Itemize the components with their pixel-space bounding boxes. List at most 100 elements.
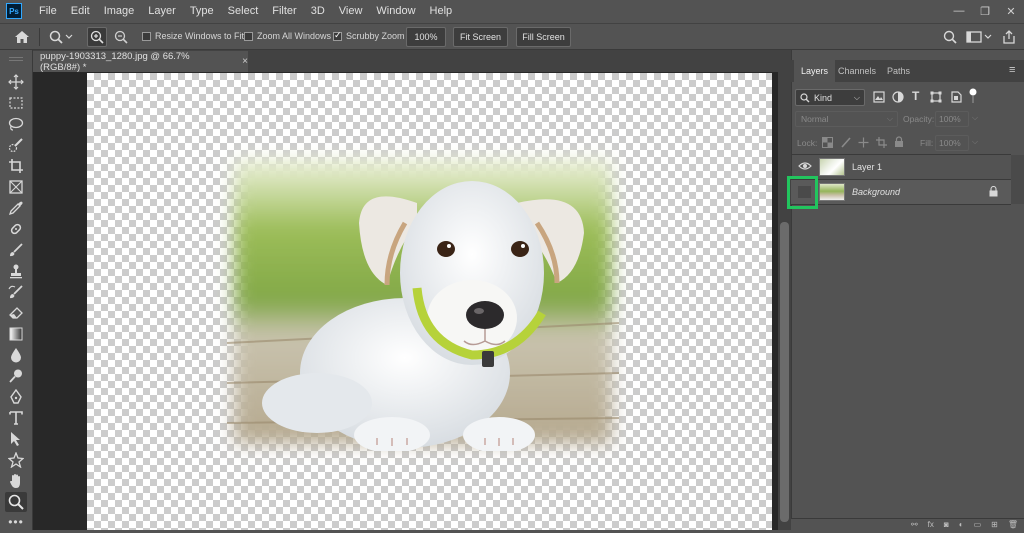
history-brush-tool-icon[interactable] [5, 282, 27, 302]
filter-pixel-layer-icon[interactable] [873, 91, 885, 106]
zoom-all-windows-checkbox-box[interactable] [244, 31, 253, 41]
link-layers-icon[interactable]: ⚯ [911, 520, 918, 529]
opacity-label: Opacity: [903, 114, 935, 124]
filter-type-layer-icon[interactable]: T [912, 89, 919, 103]
gradient-tool-icon[interactable] [5, 324, 27, 344]
move-tool-icon[interactable] [5, 72, 27, 92]
marquee-tool-icon[interactable] [5, 93, 27, 113]
new-adjustment-icon[interactable]: ◐ [959, 520, 964, 529]
resize-windows-checkbox-box[interactable] [142, 31, 151, 41]
tab-channels[interactable]: Channels [831, 60, 883, 82]
lock-position-icon[interactable] [858, 137, 869, 151]
blend-mode-dropdown[interactable]: Normal ⌵ [795, 111, 898, 127]
lock-label: Lock: [797, 138, 818, 148]
fit-screen-button[interactable]: Fit Screen [453, 27, 508, 47]
menu-edit[interactable]: Edit [64, 0, 97, 22]
layer-1-thumbnail [819, 158, 845, 176]
eyedropper-tool-icon[interactable] [5, 198, 27, 218]
background-thumbnail [819, 183, 845, 201]
menu-filter[interactable]: Filter [265, 0, 303, 22]
menu-help[interactable]: Help [423, 0, 460, 22]
clone-stamp-tool-icon[interactable] [5, 261, 27, 281]
filter-toggle-icon[interactable] [969, 88, 977, 107]
zoom-in-icon[interactable] [87, 27, 107, 47]
menu-window[interactable]: Window [369, 0, 422, 22]
eraser-tool-icon[interactable] [5, 303, 27, 323]
brush-tool-icon[interactable] [5, 240, 27, 260]
zoom-out-icon[interactable] [111, 27, 131, 47]
filter-smart-object-icon[interactable] [950, 91, 962, 106]
lock-image-pixels-icon[interactable] [840, 137, 851, 151]
new-group-icon[interactable]: ▭ [974, 520, 982, 529]
menu-layer[interactable]: Layer [141, 0, 183, 22]
filter-adjustment-layer-icon[interactable] [892, 91, 904, 106]
type-tool-icon[interactable] [5, 408, 27, 428]
blur-tool-icon[interactable] [5, 345, 27, 365]
fill-screen-button[interactable]: Fill Screen [516, 27, 571, 47]
lock-artboard-icon[interactable] [876, 137, 887, 151]
quick-selection-tool-icon[interactable] [5, 135, 27, 155]
menu-select[interactable]: Select [221, 0, 266, 22]
add-mask-icon[interactable]: ◙ [944, 520, 949, 529]
blend-chevron-down-icon: ⌵ [886, 114, 893, 123]
home-icon[interactable] [10, 27, 34, 47]
fill-chevron-icon[interactable]: ⌵ [972, 137, 978, 147]
workspace-switcher-icon[interactable] [964, 27, 994, 47]
lock-transparent-pixels-icon[interactable] [822, 137, 833, 151]
document-tab[interactable]: puppy-1903313_1280.jpg @ 66.7% (RGB/8#) … [33, 51, 248, 73]
chevron-down-icon: ⌵ [853, 92, 860, 102]
menu-type[interactable]: Type [183, 0, 221, 22]
healing-brush-tool-icon[interactable] [5, 219, 27, 239]
menu-3d[interactable]: 3D [304, 0, 332, 22]
fill-input[interactable]: 100% [935, 135, 969, 151]
options-bar: Resize Windows to Fit Zoom All Windows S… [0, 23, 1024, 50]
canvas-scrollbar-thumb[interactable] [780, 222, 789, 522]
menu-view[interactable]: View [332, 0, 370, 22]
search-icon[interactable] [941, 27, 959, 47]
new-layer-icon[interactable]: ⊞ [991, 520, 998, 529]
zoom-100-button[interactable]: 100% [406, 27, 446, 47]
crop-tool-icon[interactable] [5, 156, 27, 176]
resize-windows-checkbox[interactable]: Resize Windows to Fit [142, 31, 244, 41]
resize-windows-label: Resize Windows to Fit [155, 31, 245, 41]
lasso-tool-icon[interactable] [5, 114, 27, 134]
layer-lock-icon [989, 185, 998, 200]
visibility-eye-icon[interactable] [798, 161, 812, 174]
hand-tool-icon[interactable] [5, 471, 27, 491]
close-window-button[interactable]: ✕ [998, 0, 1024, 22]
document-canvas[interactable] [87, 73, 772, 530]
scrubby-zoom-checkbox[interactable]: Scrubby Zoom [333, 30, 405, 41]
filter-kind-dropdown[interactable]: Kind ⌵ [795, 89, 865, 106]
restore-button[interactable]: ❐ [972, 0, 998, 22]
menu-file[interactable]: File [32, 0, 64, 22]
dodge-tool-icon[interactable] [5, 366, 27, 386]
frame-tool-icon[interactable] [5, 177, 27, 197]
zoom-all-windows-checkbox[interactable]: Zoom All Windows [244, 31, 331, 41]
layer-row-layer-1[interactable]: Layer 1 [791, 155, 1011, 179]
filter-shape-layer-icon[interactable] [930, 91, 942, 106]
pen-tool-icon[interactable] [5, 387, 27, 407]
tab-layers[interactable]: Layers [794, 60, 836, 82]
lock-all-icon[interactable] [894, 136, 904, 151]
panel-menu-icon[interactable]: ≡ [1009, 64, 1015, 76]
layer-1-name[interactable]: Layer 1 [852, 162, 882, 172]
filter-search-icon [800, 92, 810, 102]
delete-layer-icon[interactable]: 🗑 [1008, 520, 1018, 529]
opacity-input[interactable]: 100% [935, 111, 969, 127]
layer-style-icon[interactable]: fx [928, 520, 934, 529]
more-tools-icon[interactable]: ••• [5, 512, 27, 532]
menu-image[interactable]: Image [97, 0, 142, 22]
opacity-chevron-icon[interactable]: ⌵ [972, 113, 978, 123]
background-layer-name[interactable]: Background [852, 187, 900, 197]
path-selection-tool-icon[interactable] [5, 429, 27, 449]
layers-scrollbar[interactable] [1011, 155, 1024, 204]
tab-paths[interactable]: Paths [880, 60, 917, 82]
scrubby-zoom-checkbox-box[interactable] [333, 30, 342, 41]
custom-shape-tool-icon[interactable] [5, 450, 27, 470]
layer-row-background[interactable]: Background [791, 180, 1011, 204]
minimize-button[interactable]: — [946, 0, 972, 22]
share-icon[interactable] [1000, 27, 1018, 47]
close-document-icon[interactable]: × [242, 56, 248, 67]
zoom-tool-icon[interactable] [5, 492, 27, 512]
zoom-tool-preset-icon[interactable] [46, 27, 76, 47]
